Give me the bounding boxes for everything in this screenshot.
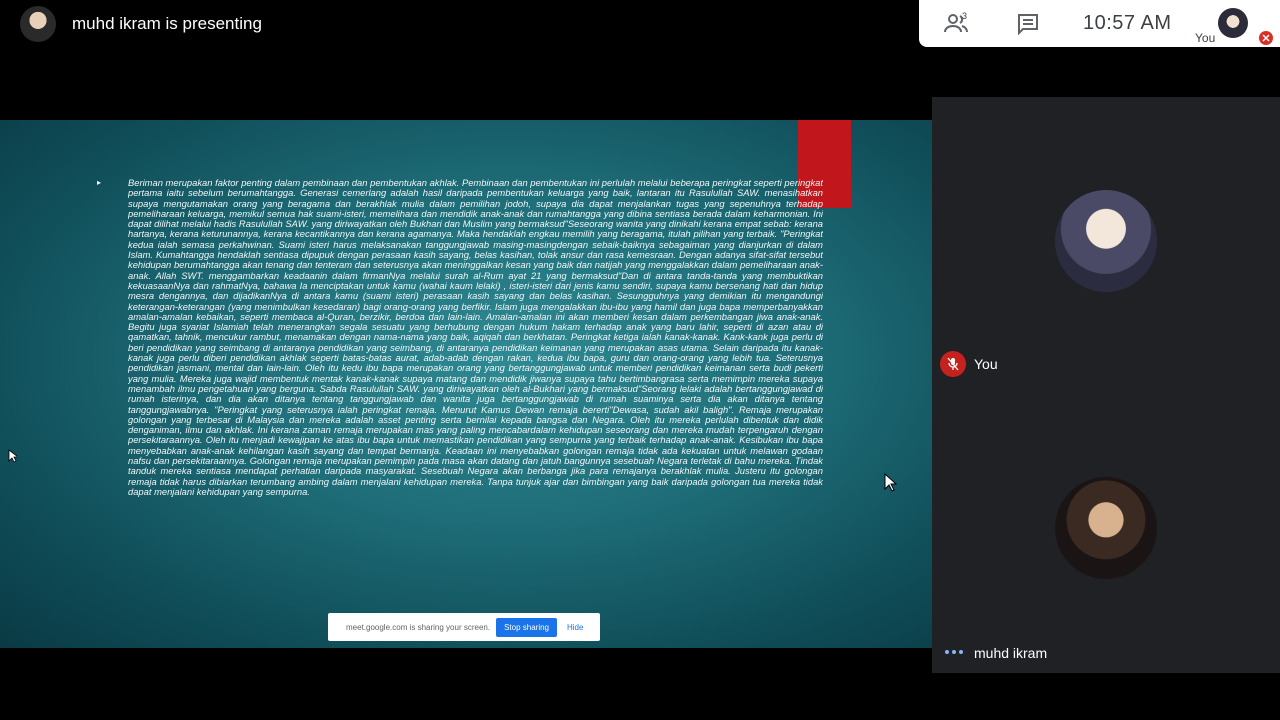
mic-off-icon	[940, 351, 966, 377]
shared-screen: ▸ Beriman merupakan faktor penting dalam…	[0, 120, 932, 648]
self-tile-label: You	[974, 356, 998, 372]
presenter-header: muhd ikram is presenting	[20, 6, 262, 42]
slide-body-text: Beriman merupakan faktor penting dalam p…	[128, 178, 823, 497]
mic-off-icon	[1259, 31, 1273, 45]
sharing-notice-bar: meet.google.com is sharing your screen. …	[328, 613, 600, 641]
self-avatar	[1218, 8, 1248, 38]
presenter-label: muhd ikram is presenting	[72, 14, 262, 33]
people-count: 3	[962, 11, 968, 21]
self-tile-avatar	[1055, 190, 1157, 292]
speaking-indicator-icon	[945, 650, 963, 654]
host-tile-avatar	[1055, 477, 1157, 579]
self-label: You	[1195, 31, 1216, 45]
presenter-avatar	[20, 6, 56, 42]
host-tile-label: muhd ikram	[974, 645, 1048, 661]
cursor-icon	[8, 449, 17, 463]
sharing-message: meet.google.com is sharing your screen.	[346, 622, 491, 632]
chat-icon	[1018, 14, 1038, 36]
chat-button[interactable]	[1017, 13, 1039, 40]
stop-sharing-button[interactable]: Stop sharing	[496, 617, 557, 637]
self-thumbnail[interactable]: You	[1194, 2, 1274, 46]
clock-time: 10:57 AM	[1083, 12, 1172, 34]
participant-panel	[932, 97, 1280, 673]
cursor-icon	[884, 473, 897, 492]
hide-button[interactable]: Hide	[567, 623, 583, 632]
slide-bullet: ▸	[97, 178, 102, 187]
